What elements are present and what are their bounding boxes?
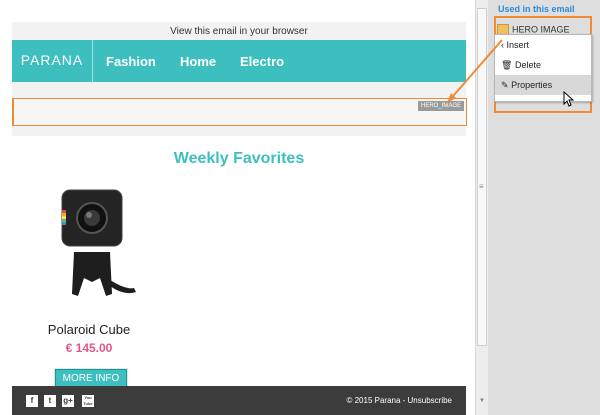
email-header: PARANA Fashion Home Electro bbox=[12, 40, 466, 82]
product-name: Polaroid Cube bbox=[47, 322, 131, 337]
pencil-icon: ✎ bbox=[501, 80, 509, 90]
email-footer: f t g+ You Tube © 2015 Parana - Unsubscr… bbox=[12, 386, 466, 415]
context-menu: ‹ Insert 🗑 Delete ✎ Properties bbox=[494, 34, 592, 102]
view-in-browser-bar[interactable]: View this email in your browser bbox=[12, 22, 466, 40]
menu-item-insert[interactable]: ‹ Insert bbox=[495, 35, 591, 55]
email-template: View this email in your browser PARANA F… bbox=[12, 22, 467, 415]
hero-image-tag: HERO_IMAGE bbox=[417, 101, 464, 111]
twitter-icon[interactable]: t bbox=[44, 395, 56, 407]
nav-home[interactable]: Home bbox=[180, 40, 216, 82]
facebook-icon[interactable]: f bbox=[26, 395, 38, 407]
menu-item-delete[interactable]: 🗑 Delete bbox=[495, 55, 591, 75]
email-canvas: View this email in your browser PARANA F… bbox=[0, 0, 488, 415]
hero-image-label: HERO IMAGE bbox=[512, 24, 570, 35]
product-image bbox=[61, 189, 136, 296]
view-in-browser-link[interactable]: View this email in your browser bbox=[170, 26, 308, 37]
mouse-cursor-icon bbox=[563, 91, 575, 107]
scrollbar-grip-icon: ≡ bbox=[479, 182, 484, 191]
menu-delete-label: Delete bbox=[514, 60, 541, 70]
blocks-panel: Used in this email HERO IMAGE ‹ Insert 🗑… bbox=[488, 0, 600, 415]
nav-electro[interactable]: Electro bbox=[240, 40, 284, 82]
copyright-text: © 2015 Parana - Unsubscribe bbox=[346, 396, 452, 405]
google-plus-icon[interactable]: g+ bbox=[62, 395, 74, 407]
section-title: Weekly Favorites bbox=[173, 150, 305, 167]
scrollbar-thumb[interactable] bbox=[477, 8, 487, 346]
chevron-left-icon: ‹ bbox=[501, 40, 504, 50]
product-price: € 145.00 bbox=[65, 341, 113, 355]
menu-insert-label: Insert bbox=[506, 40, 530, 50]
youtube-icon[interactable]: You Tube bbox=[82, 395, 94, 407]
panel-title: Used in this email bbox=[498, 4, 575, 14]
menu-properties-label: Properties bbox=[511, 80, 553, 90]
nav-fashion[interactable]: Fashion bbox=[106, 40, 156, 82]
hero-image-block[interactable]: HERO_IMAGE bbox=[12, 98, 467, 126]
logo: PARANA bbox=[12, 40, 93, 82]
trash-icon: 🗑 bbox=[501, 60, 513, 70]
scroll-down-icon[interactable]: ▼ bbox=[479, 398, 485, 404]
vertical-scrollbar[interactable]: ≡ ▼ bbox=[475, 0, 489, 415]
menu-item-properties[interactable]: ✎ Properties bbox=[495, 75, 591, 95]
